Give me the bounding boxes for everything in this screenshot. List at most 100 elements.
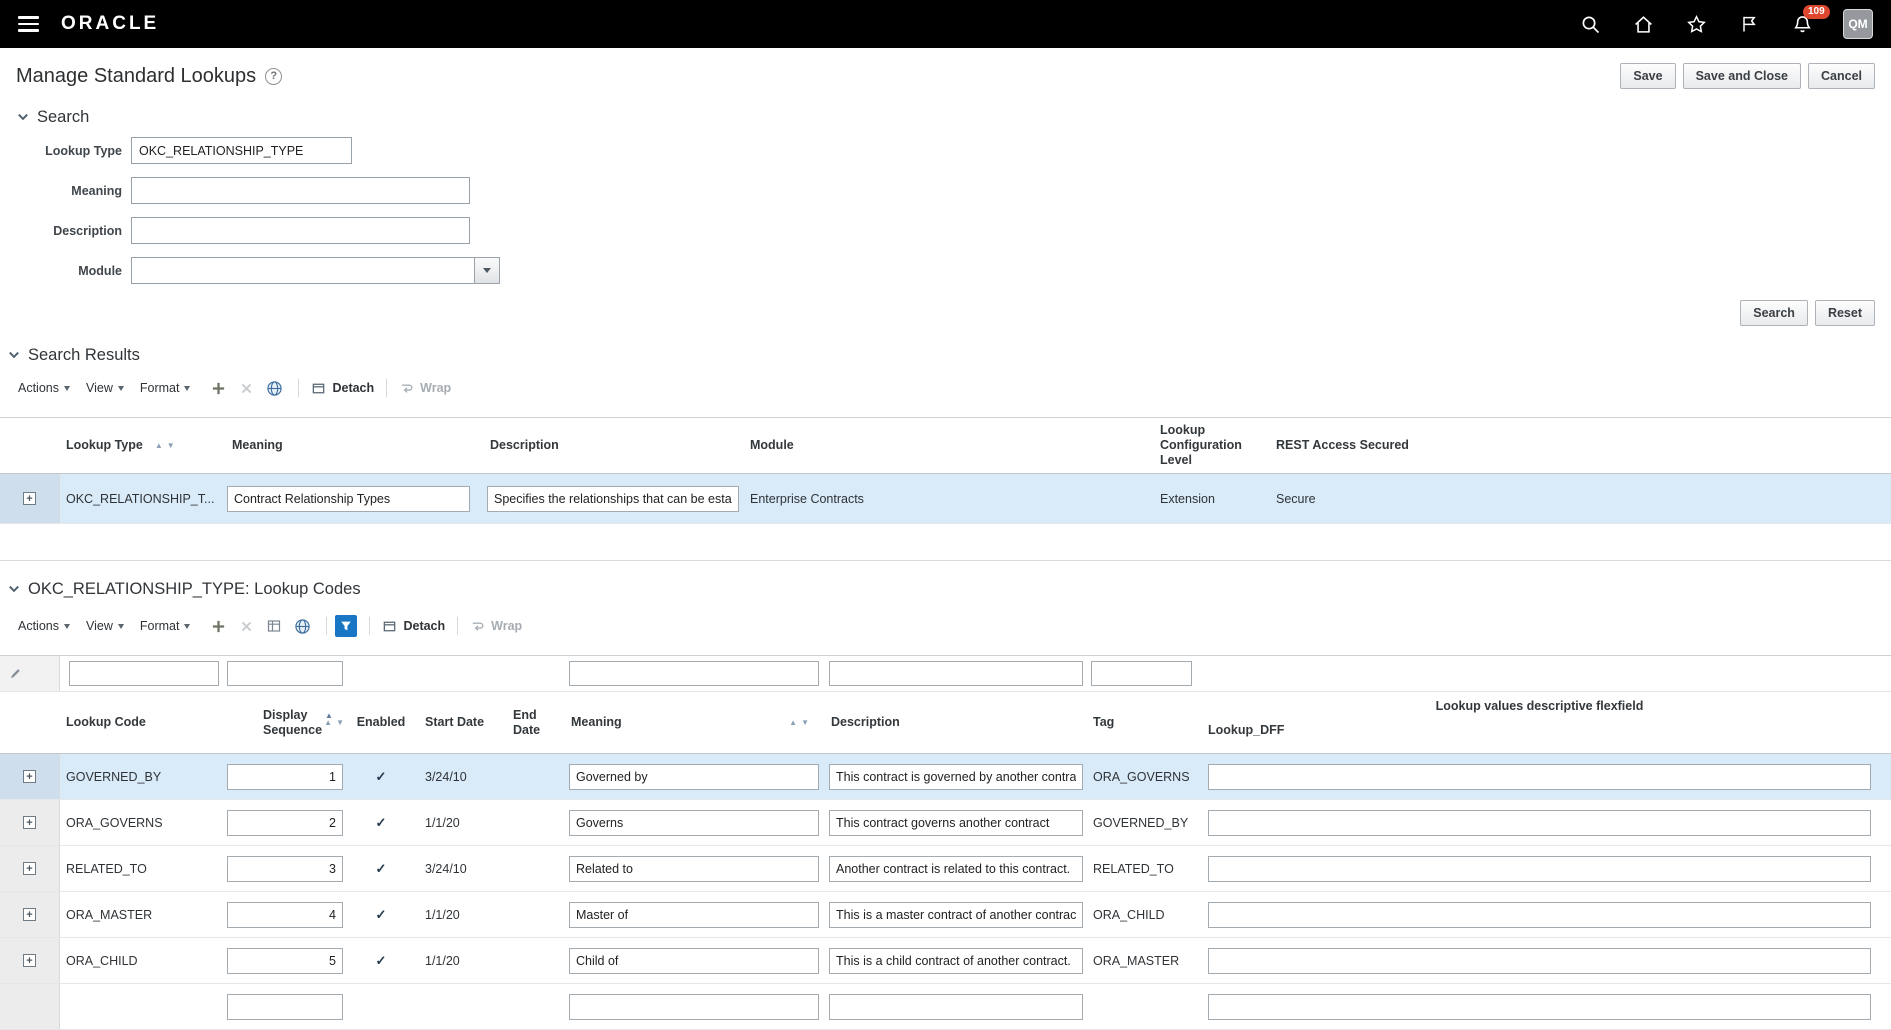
view-menu[interactable]: View <box>86 381 124 395</box>
navigator-menu-icon[interactable] <box>18 16 39 32</box>
col-description[interactable]: Description <box>475 418 737 473</box>
description-cell-input[interactable] <box>487 485 739 512</box>
lookup-code-row[interactable]: + GOVERNED_BY ✓ 3/24/10 ORA_GOVERNS <box>0 754 1891 800</box>
display-sequence-input[interactable] <box>227 809 343 836</box>
description-cell-input[interactable] <box>829 855 1083 882</box>
search-button[interactable]: Search <box>1740 300 1808 326</box>
expand-row-icon[interactable]: + <box>23 954 36 967</box>
col-lookup-code[interactable]: Lookup Code <box>60 692 225 753</box>
wrap-button[interactable]: Wrap <box>470 619 522 634</box>
lookup-dff-input[interactable] <box>1208 809 1871 836</box>
meaning-cell-input[interactable] <box>569 763 819 790</box>
col-config-level[interactable]: Lookup Configuration Level <box>1147 418 1263 473</box>
sort-desc-icon[interactable]: ▼ <box>167 441 175 450</box>
col-meaning[interactable]: Meaning <box>222 418 475 473</box>
lookup-code-row[interactable]: + ORA_GOVERNS ✓ 1/1/20 GOVERNED_BY <box>0 800 1891 846</box>
meaning-input[interactable] <box>131 177 470 204</box>
meaning-cell-input[interactable] <box>569 947 819 974</box>
row-header-cell[interactable]: + <box>0 938 60 983</box>
sort-desc-icon[interactable]: ▼ <box>801 718 809 727</box>
lookup-code-row[interactable]: + ORA_CHILD ✓ 1/1/20 ORA_MASTER <box>0 938 1891 984</box>
lookup-code-row[interactable]: + RELATED_TO ✓ 3/24/10 RELATED_TO <box>0 846 1891 892</box>
row-header-cell[interactable]: + <box>0 984 60 1029</box>
notifications-icon[interactable]: 109 <box>1790 5 1830 36</box>
wrap-button[interactable]: Wrap <box>399 381 451 396</box>
description-cell-input[interactable] <box>829 901 1083 928</box>
format-menu[interactable]: Format <box>140 381 191 395</box>
expand-row-icon[interactable]: + <box>23 862 36 875</box>
expand-row-icon[interactable]: + <box>23 908 36 921</box>
lookup-type-input[interactable] <box>131 137 352 164</box>
col-description[interactable]: Description <box>819 692 1081 753</box>
meaning-cell-input[interactable] <box>569 901 819 928</box>
description-cell-input[interactable] <box>829 809 1083 836</box>
meaning-cell-input[interactable] <box>227 485 470 512</box>
query-by-example-icon[interactable] <box>335 615 358 637</box>
description-input[interactable] <box>131 217 470 244</box>
format-menu[interactable]: Format <box>140 619 191 633</box>
lookup-code-row[interactable]: + <box>0 984 1891 1030</box>
add-row-icon[interactable] <box>206 615 230 637</box>
flag-icon[interactable] <box>1737 12 1761 36</box>
sort-asc-icon[interactable]: ▲ <box>155 441 163 450</box>
description-cell-input[interactable] <box>829 947 1083 974</box>
row-header-cell[interactable]: + <box>0 474 60 523</box>
cancel-button[interactable]: Cancel <box>1808 63 1875 89</box>
add-row-icon[interactable] <box>206 377 230 399</box>
delete-row-icon[interactable] <box>234 377 258 399</box>
lookup-dff-input[interactable] <box>1208 901 1871 928</box>
row-header-cell[interactable]: + <box>0 892 60 937</box>
qbe-lookup-code-input[interactable] <box>69 661 219 686</box>
avatar[interactable]: QM <box>1843 9 1873 39</box>
detach-button[interactable]: Detach <box>382 619 445 634</box>
col-module[interactable]: Module <box>737 418 1147 473</box>
display-sequence-input[interactable] <box>227 855 343 882</box>
sort-desc-icon[interactable]: ▼ <box>336 718 344 727</box>
collapse-codes-icon[interactable] <box>8 583 20 595</box>
module-dropdown-button[interactable] <box>475 257 500 284</box>
collapse-section-icon[interactable] <box>17 111 29 123</box>
favorites-icon[interactable] <box>1684 12 1708 36</box>
col-end-date[interactable]: End Date <box>495 692 557 753</box>
display-sequence-input[interactable] <box>227 901 343 928</box>
col-meaning[interactable]: Meaning ▲ ▼ <box>557 692 819 753</box>
description-cell-input[interactable] <box>829 763 1083 790</box>
collapse-results-icon[interactable] <box>8 349 20 361</box>
search-result-row[interactable]: + OKC_RELATIONSHIP_T... Enterprise Contr… <box>0 474 1891 524</box>
meaning-cell-input[interactable] <box>569 993 819 1020</box>
globe-icon[interactable] <box>290 615 314 637</box>
actions-menu[interactable]: Actions <box>18 381 70 395</box>
search-icon[interactable] <box>1578 12 1602 36</box>
delete-row-icon[interactable] <box>234 615 258 637</box>
help-icon[interactable]: ? <box>265 67 283 85</box>
expand-row-icon[interactable]: + <box>23 770 36 783</box>
display-sequence-input[interactable] <box>227 993 343 1020</box>
expand-row-icon[interactable]: + <box>23 492 36 505</box>
lookup-dff-input[interactable] <box>1208 993 1871 1020</box>
col-tag[interactable]: Tag <box>1081 692 1199 753</box>
row-header-cell[interactable]: + <box>0 846 60 891</box>
qbe-display-sequence-input[interactable] <box>227 661 343 686</box>
display-sequence-input[interactable] <box>227 947 343 974</box>
reset-button[interactable]: Reset <box>1814 300 1875 326</box>
col-enabled[interactable]: Enabled <box>353 692 409 753</box>
qbe-description-input[interactable] <box>829 661 1083 686</box>
qbe-tag-input[interactable] <box>1091 661 1192 686</box>
actions-menu[interactable]: Actions <box>18 619 70 633</box>
detach-button[interactable]: Detach <box>311 381 374 396</box>
meaning-cell-input[interactable] <box>569 855 819 882</box>
col-display-sequence[interactable]: Display Sequence ▲ ▲ ▼ <box>225 692 353 753</box>
expand-row-icon[interactable]: + <box>23 816 36 829</box>
col-rest-access[interactable]: REST Access Secured <box>1263 418 1891 473</box>
home-icon[interactable] <box>1631 12 1655 36</box>
qbe-meaning-input[interactable] <box>569 661 819 686</box>
freeze-grid-icon[interactable] <box>262 615 286 637</box>
col-lookup-type[interactable]: Lookup Type ▲ ▼ <box>60 418 222 473</box>
save-button[interactable]: Save <box>1620 63 1676 89</box>
meaning-cell-input[interactable] <box>569 809 819 836</box>
display-sequence-input[interactable] <box>227 763 343 790</box>
lookup-dff-input[interactable] <box>1208 855 1871 882</box>
save-and-close-button[interactable]: Save and Close <box>1682 63 1801 89</box>
row-header-cell[interactable]: + <box>0 800 60 845</box>
col-lookup-dff[interactable]: Lookup_DFF <box>1208 723 1871 738</box>
